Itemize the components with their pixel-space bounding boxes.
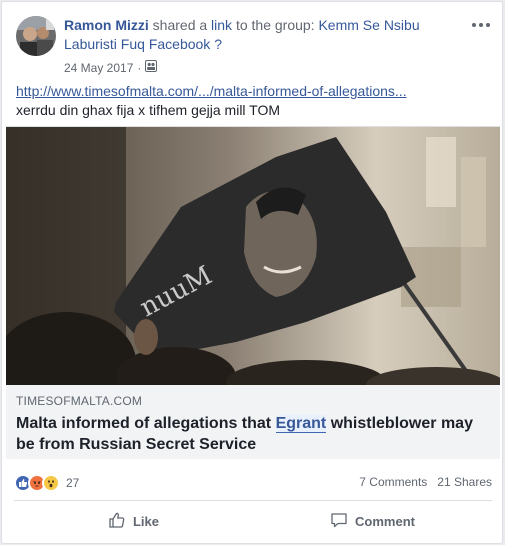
post-actions: Like Comment <box>14 504 492 538</box>
shared-link-word[interactable]: link <box>211 17 232 33</box>
actions-divider <box>14 500 492 501</box>
more-options-icon[interactable] <box>470 16 492 34</box>
wow-reaction-icon <box>42 474 60 492</box>
title-part-before: Malta informed of allegations that <box>16 415 276 432</box>
like-label: Like <box>132 513 159 529</box>
link-attachment[interactable]: nuuM TIMESOFMALTA.COM Malta informed of … <box>6 126 500 459</box>
author-name-link[interactable]: Ramon Mizzi <box>64 17 149 33</box>
attachment-title[interactable]: Malta informed of allegations that Egran… <box>16 413 490 455</box>
post-date[interactable]: 24 May 2017 <box>64 61 133 75</box>
group-audience-icon[interactable] <box>145 60 158 75</box>
author-avatar[interactable] <box>16 16 56 56</box>
to-group-text: to the group: <box>235 17 315 33</box>
reaction-summary[interactable]: 27 <box>14 474 79 492</box>
shares-count-link[interactable]: 21 Shares <box>437 475 492 489</box>
post-body: http://www.timesofmalta.com/.../malta-in… <box>16 82 486 120</box>
comment-label: Comment <box>355 513 415 529</box>
post-message: xerrdu din ghax fija x tifhem gejja mill… <box>16 102 281 118</box>
feed-post-card: Ramon Mizzi shared a link to the group: … <box>1 1 503 544</box>
comment-bubble-icon <box>330 511 348 532</box>
attachment-photo[interactable]: nuuM <box>6 127 500 385</box>
post-stats: 27 7 Comments 21 Shares <box>14 472 492 494</box>
post-meta: 24 May 2017 · <box>64 60 158 75</box>
title-highlight-egrant[interactable]: Egrant <box>275 415 327 433</box>
comments-count-link[interactable]: 7 Comments <box>359 475 427 489</box>
stats-right: 7 Comments 21 Shares <box>359 475 492 489</box>
like-button[interactable]: Like <box>14 504 253 538</box>
post-url-link[interactable]: http://www.timesofmalta.com/.../malta-in… <box>16 82 486 101</box>
attachment-info[interactable]: TIMESOFMALTA.COM Malta informed of alleg… <box>6 385 500 459</box>
reaction-count[interactable]: 27 <box>66 474 79 492</box>
shared-text: shared a <box>152 17 208 33</box>
comment-button[interactable]: Comment <box>253 504 492 538</box>
post-header-text: Ramon Mizzi shared a link to the group: … <box>64 16 474 54</box>
thumbs-up-icon <box>108 511 126 532</box>
post-header: Ramon Mizzi shared a link to the group: … <box>14 12 492 76</box>
attachment-domain: TIMESOFMALTA.COM <box>16 394 143 408</box>
